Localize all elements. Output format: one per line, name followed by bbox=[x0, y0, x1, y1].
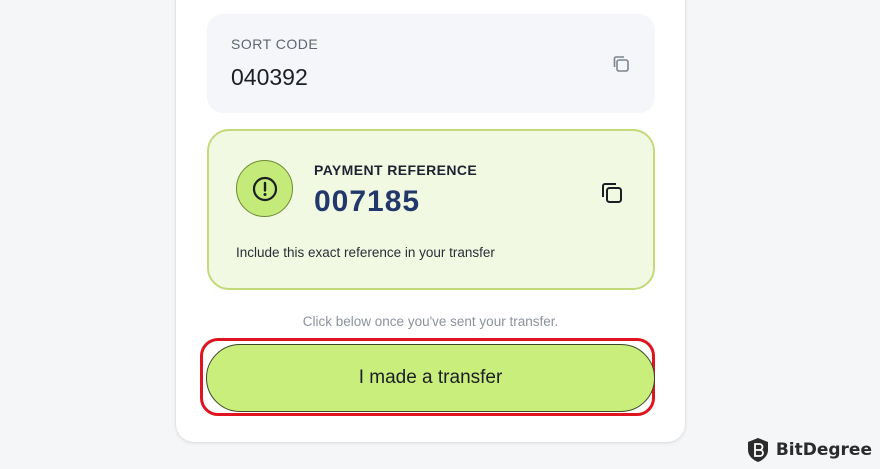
exclamation-circle-icon bbox=[236, 160, 293, 217]
bitdegree-logo-icon bbox=[747, 438, 768, 462]
copy-icon[interactable] bbox=[611, 54, 631, 74]
payment-reference-box: PAYMENT REFERENCE 007185 Include this ex… bbox=[207, 129, 655, 290]
made-transfer-button[interactable]: I made a transfer bbox=[206, 344, 655, 412]
watermark-text: BitDegree bbox=[775, 440, 872, 460]
payment-reference-value: 007185 bbox=[314, 185, 421, 218]
copy-icon[interactable] bbox=[599, 180, 625, 206]
confirm-hint-text: Click below once you've sent your transf… bbox=[302, 314, 559, 329]
bitdegree-watermark: BitDegree bbox=[746, 437, 872, 463]
sort-code-value: 040392 bbox=[231, 64, 308, 90]
sort-code-box: SORT CODE 040392 bbox=[207, 14, 655, 113]
payment-reference-note: Include this exact reference in your tra… bbox=[236, 245, 495, 260]
sort-code-label: SORT CODE bbox=[231, 36, 319, 52]
payment-reference-label: PAYMENT REFERENCE bbox=[314, 162, 478, 178]
